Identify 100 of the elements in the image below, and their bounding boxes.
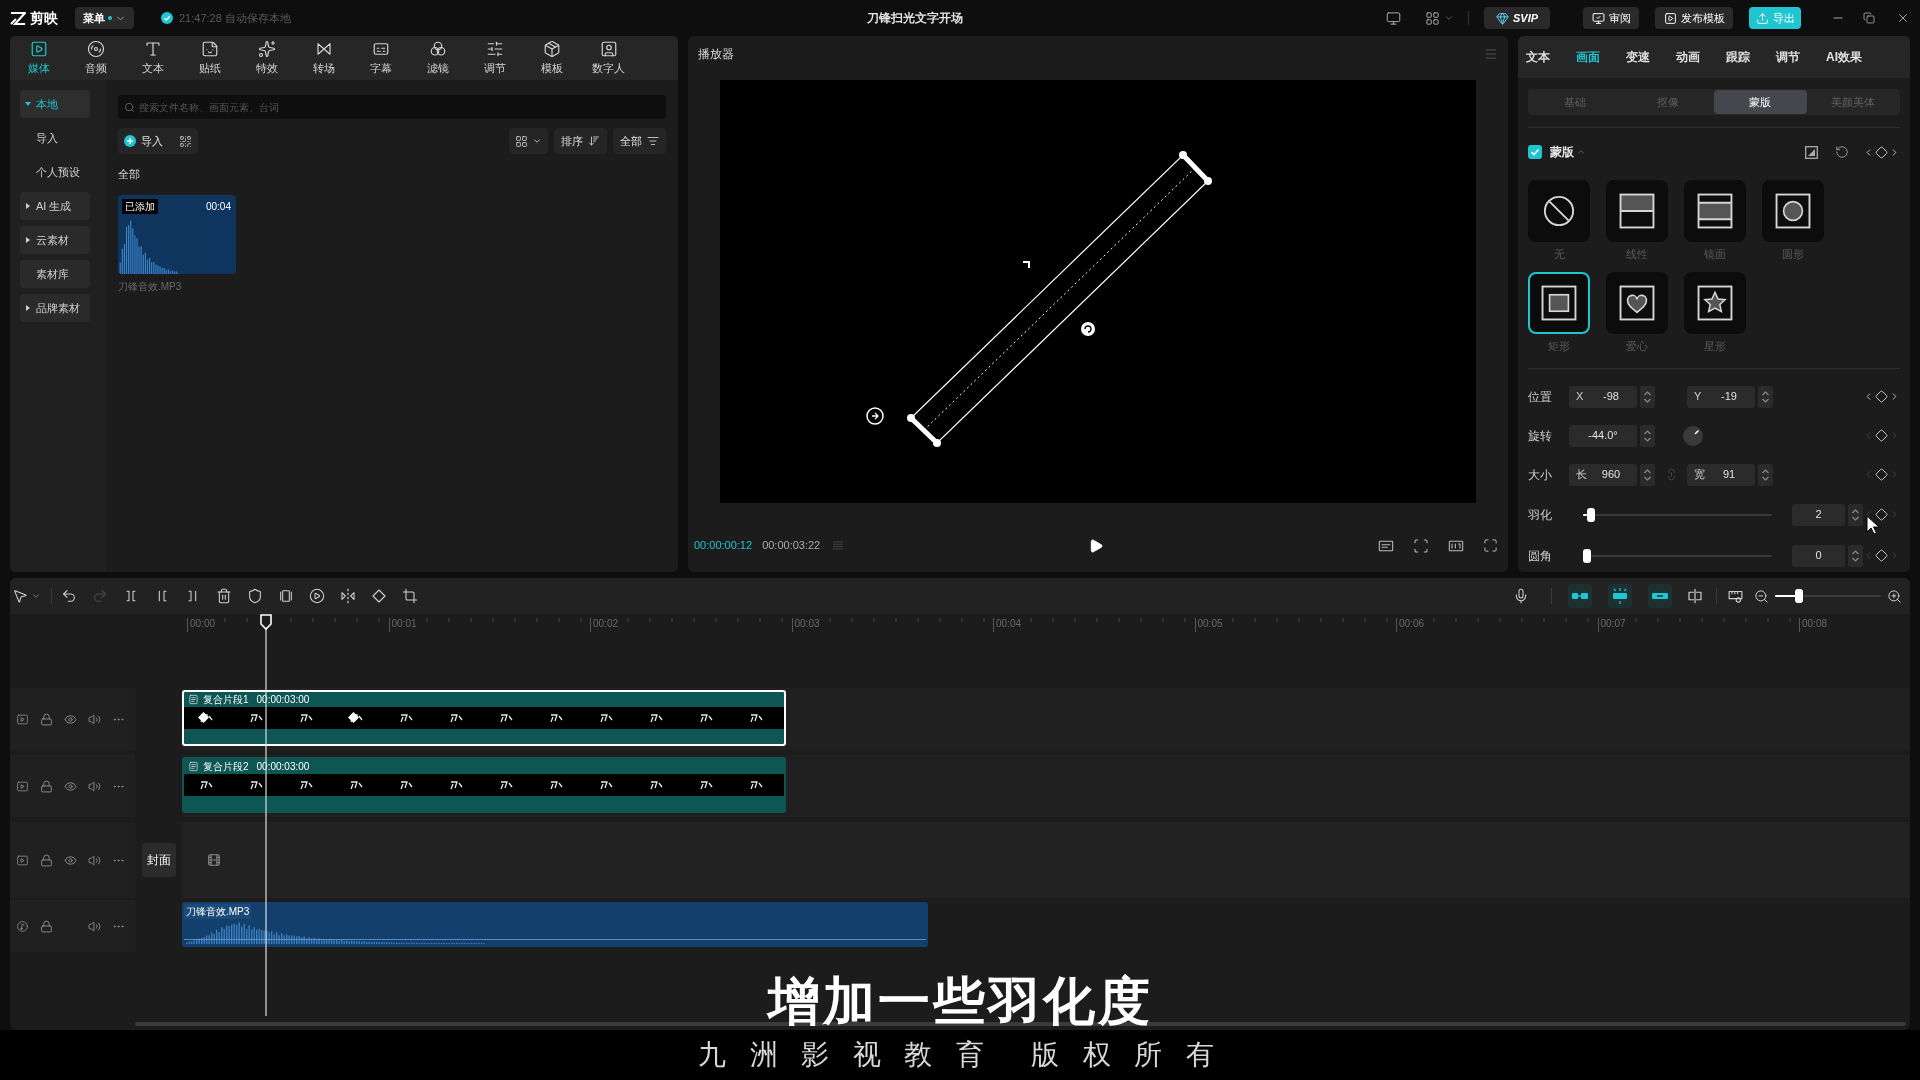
stepper-icon[interactable] <box>1640 424 1655 447</box>
sidebar-item[interactable]: 品牌素材 <box>20 294 90 322</box>
number-field[interactable]: -44.0° <box>1569 424 1637 447</box>
film-icon[interactable] <box>207 853 221 867</box>
compound-clip[interactable]: 复合片段2 00:00:03:00 <box>182 757 786 813</box>
block-toggle-icon[interactable] <box>1648 584 1672 608</box>
eye-icon[interactable] <box>64 712 77 726</box>
reset-icon[interactable] <box>1835 145 1849 159</box>
mask-shape-button[interactable] <box>1762 180 1824 242</box>
mask-shape-button[interactable] <box>1528 272 1590 334</box>
compound-clip[interactable]: 复合片段1 00:00:03:00 <box>182 690 786 746</box>
linked-blocks-icon[interactable] <box>1568 584 1592 608</box>
speaker-icon[interactable] <box>88 853 101 867</box>
mask-shape-button[interactable] <box>1684 180 1746 242</box>
keyframe-icon[interactable] <box>1875 508 1888 521</box>
eye-icon[interactable] <box>64 853 77 867</box>
split-icon[interactable] <box>123 588 139 604</box>
keyframe-icon[interactable] <box>1875 390 1888 403</box>
rotation-dial[interactable] <box>1683 425 1703 446</box>
media-tab[interactable]: 特效 <box>238 36 295 80</box>
import-button[interactable]: 导入 <box>118 128 198 154</box>
slider-thumb[interactable] <box>1583 548 1591 563</box>
media-tab[interactable]: 媒体 <box>10 36 67 80</box>
media-tab[interactable]: 音频 <box>67 36 124 80</box>
zoom-out-icon[interactable] <box>1754 588 1769 604</box>
lock-icon[interactable] <box>40 853 53 867</box>
undo-icon[interactable] <box>61 588 77 604</box>
number-field[interactable]: 0 <box>1792 544 1845 567</box>
mask-shape-button[interactable] <box>1528 180 1590 242</box>
slider-track[interactable] <box>1583 507 1772 522</box>
inspector-tab[interactable]: AI效果 <box>1826 48 1862 66</box>
half-filled-square-icon[interactable] <box>1805 145 1818 159</box>
number-field[interactable]: 宽 91 <box>1687 463 1755 486</box>
segment-tab[interactable]: 蒙版 <box>1714 90 1807 114</box>
play-box-icon[interactable] <box>16 853 29 867</box>
lock-icon[interactable] <box>40 712 53 726</box>
monitor-icon[interactable] <box>1386 10 1401 26</box>
sidebar-item[interactable]: 个人预设 <box>20 158 90 186</box>
inspector-tab[interactable]: 文本 <box>1526 48 1550 66</box>
microphone-icon[interactable] <box>1513 588 1529 604</box>
speaker-icon[interactable] <box>88 779 101 793</box>
inspector-tab[interactable]: 动画 <box>1676 48 1700 66</box>
mirror-icon[interactable] <box>340 588 356 604</box>
zoom-slider-track[interactable] <box>1775 589 1881 603</box>
keyframe-icon[interactable] <box>1875 429 1888 442</box>
eye-icon[interactable] <box>64 779 77 793</box>
checkbox[interactable] <box>1528 145 1542 159</box>
media-tab[interactable]: 文本 <box>124 36 181 80</box>
number-field[interactable]: 长 960 <box>1569 463 1637 486</box>
number-field[interactable]: 2 <box>1792 503 1845 526</box>
restore-icon[interactable] <box>1863 12 1875 24</box>
inspector-tab[interactable]: 调节 <box>1776 48 1800 66</box>
media-tab[interactable]: 转场 <box>295 36 352 80</box>
keyframe-diamond-icon[interactable] <box>348 712 359 723</box>
play-icon[interactable] <box>1088 537 1104 554</box>
mask-shape-button[interactable] <box>1684 272 1746 334</box>
delete-icon[interactable] <box>216 588 232 604</box>
zoom-slider-thumb[interactable] <box>1794 589 1803 603</box>
sidebar-item[interactable]: 素材库 <box>20 260 90 288</box>
keyframe-icon[interactable] <box>1875 549 1888 562</box>
frame-icon[interactable] <box>278 588 294 604</box>
media-tab[interactable]: 滤镜 <box>409 36 466 80</box>
media-tab[interactable]: 模板 <box>523 36 580 80</box>
stepper-icon[interactable] <box>1758 385 1773 408</box>
cover-button[interactable]: 封面 <box>141 843 176 877</box>
inspector-tab[interactable]: 变速 <box>1626 48 1650 66</box>
number-field[interactable]: X -98 <box>1569 385 1637 408</box>
sidebar-item[interactable]: 云素材 <box>20 226 90 254</box>
stepper-icon[interactable] <box>1848 544 1863 567</box>
filter-button[interactable]: 全部 <box>613 128 666 154</box>
fullscreen-icon[interactable] <box>1483 538 1498 553</box>
play-box-icon[interactable] <box>16 712 29 726</box>
screenshot-icon[interactable] <box>1413 537 1429 554</box>
sidebar-item[interactable]: 导入 <box>20 124 90 152</box>
sort-button[interactable]: 排序 <box>554 128 607 154</box>
chevron-down-icon[interactable] <box>31 591 41 601</box>
speaker-icon[interactable] <box>88 712 101 726</box>
stepper-icon[interactable] <box>1640 463 1655 486</box>
sidebar-item[interactable]: 本地 <box>20 90 90 118</box>
media-tab[interactable]: 调节 <box>466 36 523 80</box>
sidebar-item[interactable]: AI 生成 <box>20 192 90 220</box>
keyframe-icon[interactable] <box>1875 468 1888 481</box>
stepper-icon[interactable] <box>1640 385 1655 408</box>
pointer-icon[interactable] <box>12 588 28 604</box>
marker-icon[interactable] <box>247 588 263 604</box>
toolbar-button[interactable]: 审阅 <box>1583 7 1639 29</box>
slider-track[interactable] <box>1583 548 1772 563</box>
zoom-in-icon[interactable] <box>1887 588 1902 604</box>
crop-icon[interactable] <box>402 588 418 604</box>
circle-play-icon[interactable] <box>309 588 325 604</box>
split-preview-icon[interactable] <box>1686 587 1704 605</box>
inspector-tab[interactable]: 跟踪 <box>1726 48 1750 66</box>
menu-button[interactable]: 菜单 <box>75 7 134 29</box>
lock-icon[interactable] <box>40 779 53 793</box>
snap-blocks-icon[interactable] <box>1608 584 1632 608</box>
music-circle-icon[interactable] <box>16 919 29 933</box>
toolbar-button[interactable]: SVIP <box>1484 7 1550 29</box>
media-card[interactable]: 已添加 00:04 <box>118 194 236 274</box>
audio-clip[interactable]: 刀锋音效.MP3 <box>182 902 928 947</box>
speaker-icon[interactable] <box>88 919 101 933</box>
